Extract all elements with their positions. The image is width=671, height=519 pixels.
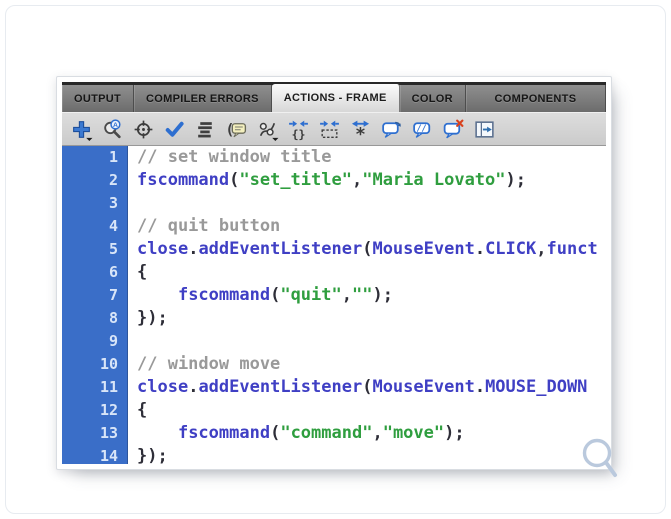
code-line: 8}); [62,307,606,330]
code-line: 6{ [62,261,606,284]
collapse-between-braces-icon[interactable]: {} [286,117,311,142]
code-line: 10 // window move [62,353,606,376]
tab-output[interactable]: OUTPUT [62,85,135,112]
code-line: 13 fscommand("command","move"); [62,422,606,445]
code-line: 12 { [62,399,606,422]
code-text: fscommand("set_title","Maria Lovato"); [137,170,526,190]
line-number[interactable]: 6 [62,261,128,284]
tab-components[interactable]: COMPONENTS [466,85,606,112]
line-number[interactable]: 7 [62,284,128,307]
tab-color[interactable]: COLOR [400,85,466,112]
tab-compiler-errors[interactable]: COMPILER ERRORS [134,85,272,112]
insert-target-path-icon[interactable] [131,117,156,142]
code-line: 3 [62,192,606,215]
svg-text:*: * [355,124,366,140]
line-number[interactable]: 3 [62,192,128,215]
apply-block-comment-icon[interactable] [379,117,404,142]
line-number[interactable]: 12 [62,399,128,422]
code-text: fscommand("quit",""); [177,285,393,305]
code-text: // window move [137,354,281,374]
code-text: { [137,262,148,282]
line-number[interactable]: 11 [62,376,128,399]
tab-actions-frame[interactable]: ACTIONS - FRAME [271,84,400,112]
code-line: 1 // set window title [62,146,606,169]
line-number[interactable]: 1 [62,146,128,169]
apply-line-comment-icon[interactable]: // [410,117,435,142]
code-line: 2 fscommand("set_title","Maria Lovato"); [62,169,606,192]
line-number[interactable]: 10 [62,353,128,376]
actions-panel: OUTPUT COMPILER ERRORS ACTIONS - FRAME COLO… [56,76,612,470]
show-code-hint-icon[interactable]: ( [224,117,249,142]
check-syntax-icon[interactable] [162,117,187,142]
panel-tab-bar: OUTPUT COMPILER ERRORS ACTIONS - FRAME COLO… [62,82,606,112]
code-text: }); [137,308,168,328]
actions-toolbar: A ( {} * // [62,112,606,146]
add-script-icon[interactable] [69,117,94,142]
line-number[interactable]: 2 [62,169,128,192]
code-text: fscommand("command","move"); [177,423,465,443]
line-number[interactable]: 5 [62,238,128,261]
script-pane[interactable]: 1 // set window title 2 fscommand("set_titl… [62,146,606,464]
svg-text:A: A [113,121,118,128]
code-line: 9 [62,330,606,353]
debug-options-icon[interactable] [255,117,280,142]
svg-text://: // [417,123,427,133]
remove-comment-icon[interactable] [441,117,466,142]
collapse-selection-icon[interactable] [317,117,342,142]
line-number[interactable]: 8 [62,307,128,330]
code-text: // quit button [137,216,281,236]
code-line: 11 close.addEventListener(MouseEvent.MOUS… [62,376,606,399]
line-number[interactable]: 9 [62,330,128,353]
code-line: 7 fscommand("quit",""); [62,284,606,307]
line-number[interactable]: 4 [62,215,128,238]
line-number[interactable]: 14 [62,445,128,464]
code-line: 4 // quit button [62,215,606,238]
code-text: }); [137,446,168,464]
expand-all-icon[interactable]: * [348,117,373,142]
svg-text:{}: {} [292,127,306,141]
line-number[interactable]: 13 [62,422,128,445]
auto-format-icon[interactable] [193,117,218,142]
code-text: close.addEventListener(MouseEvent.MOUSE_… [137,377,588,397]
code-text: { [137,400,148,420]
actions-panel-inner: OUTPUT COMPILER ERRORS ACTIONS - FRAME COLO… [62,82,606,464]
code-line: 5 close.addEventListener(MouseEvent.CLICK… [62,238,606,261]
code-text: // set window title [137,147,332,167]
find-icon[interactable]: A [100,117,125,142]
code-line: 14}); [62,445,606,464]
code-text: close.addEventListener(MouseEvent.CLICK,… [137,239,598,259]
show-hide-toolbox-icon[interactable] [472,117,497,142]
